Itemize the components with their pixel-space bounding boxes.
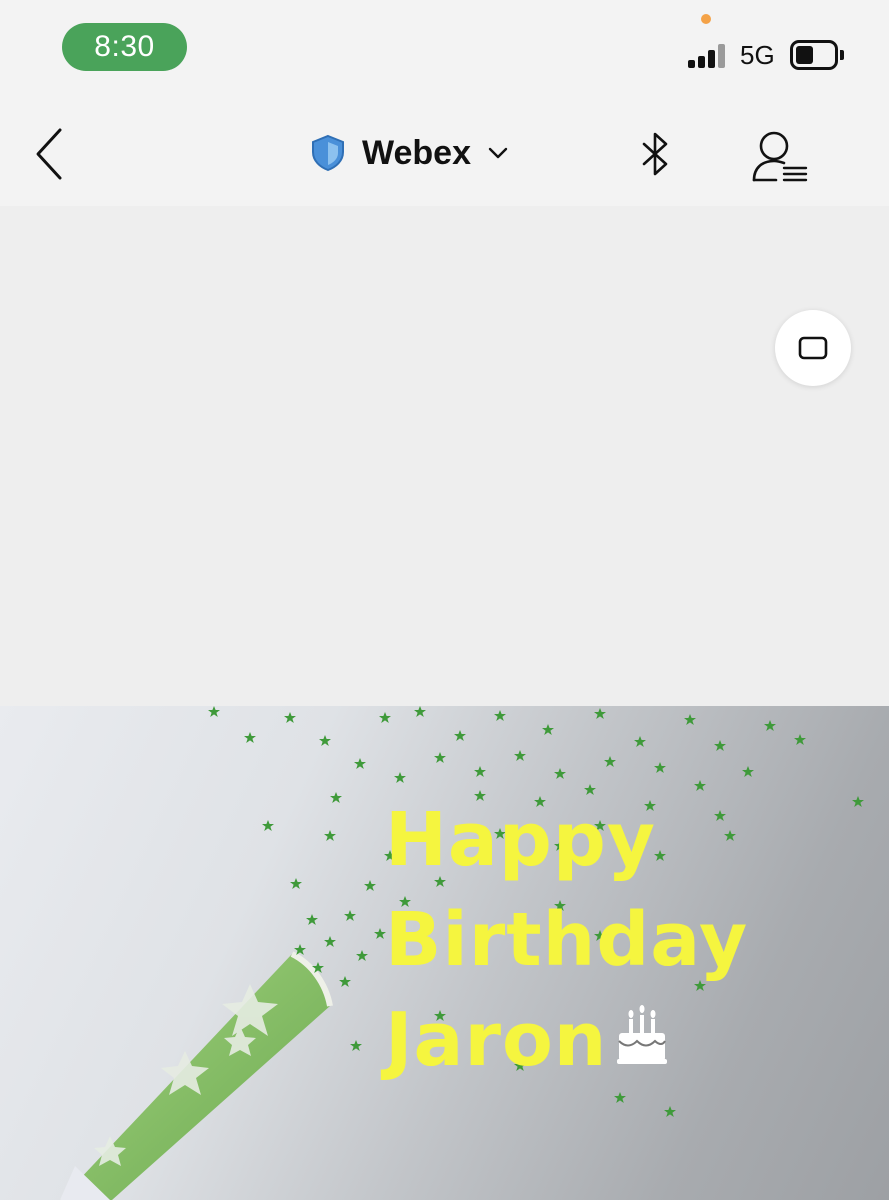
bluetooth-icon bbox=[642, 132, 668, 176]
chevron-left-icon bbox=[36, 128, 62, 180]
chevron-down-icon bbox=[488, 147, 508, 159]
birthday-line-2: Birthday bbox=[385, 897, 749, 983]
shield-icon bbox=[312, 134, 344, 172]
meeting-stage bbox=[0, 206, 889, 706]
birthday-line-3-wrap: Jaron bbox=[385, 990, 748, 1090]
meeting-title-dropdown[interactable]: Webex bbox=[310, 133, 509, 173]
participants-icon bbox=[752, 131, 808, 182]
back-button[interactable] bbox=[30, 126, 70, 182]
meeting-title: Webex bbox=[362, 133, 471, 172]
birthday-line-1: Happy bbox=[385, 797, 657, 883]
bluetooth-button[interactable] bbox=[638, 130, 672, 180]
meeting-header: Webex bbox=[0, 96, 889, 206]
shared-birthday-image: Happy Birthday Jaron bbox=[0, 706, 889, 1200]
cellular-signal-icon bbox=[688, 44, 728, 68]
network-type: 5G bbox=[740, 40, 775, 70]
rounded-square-icon bbox=[798, 336, 828, 360]
birthday-message: Happy Birthday Jaron bbox=[385, 790, 748, 1090]
status-time[interactable]: 8:30 bbox=[62, 23, 187, 71]
participants-button[interactable] bbox=[748, 128, 810, 184]
status-bar: 8:30 5G bbox=[0, 0, 889, 96]
privacy-indicator-dot bbox=[701, 14, 711, 24]
birthday-line-3: Jaron bbox=[385, 997, 608, 1083]
layout-button[interactable] bbox=[775, 310, 851, 386]
birthday-cake-icon bbox=[617, 1005, 668, 1064]
battery-icon bbox=[790, 40, 844, 70]
